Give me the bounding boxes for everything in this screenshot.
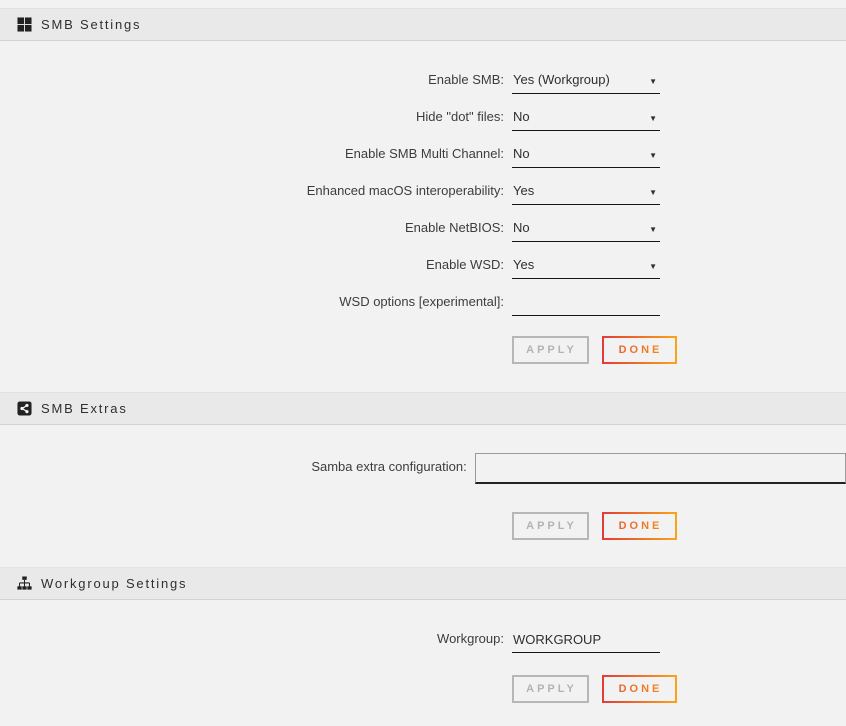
section-title: Workgroup Settings — [41, 576, 187, 591]
wsd-options-input[interactable] — [512, 294, 660, 315]
enable-netbios-select[interactable]: No ▼ — [512, 220, 660, 242]
form-row-enable-netbios: Enable NetBIOS: No ▼ — [0, 205, 846, 242]
workgroup-input[interactable] — [512, 631, 660, 652]
enable-wsd-label: Enable WSD: — [0, 257, 504, 279]
workgroup-settings-body: Workgroup: APPLY DONE — [0, 600, 846, 703]
form-row-smb-multi-channel: Enable SMB Multi Channel: No ▼ — [0, 131, 846, 168]
dropdown-arrow-icon: ▼ — [649, 189, 657, 197]
section-title: SMB Extras — [41, 401, 128, 416]
workgroup-button-row: APPLY DONE — [512, 675, 846, 703]
enable-wsd-value: Yes — [512, 257, 660, 278]
macos-interop-select[interactable]: Yes ▼ — [512, 183, 660, 205]
enable-netbios-value: No — [512, 220, 660, 241]
macos-interop-value: Yes — [512, 183, 660, 204]
workgroup-label: Workgroup: — [0, 631, 504, 653]
form-row-enable-wsd: Enable WSD: Yes ▼ — [0, 242, 846, 279]
section-title: SMB Settings — [41, 17, 141, 32]
dropdown-arrow-icon: ▼ — [649, 263, 657, 271]
done-button[interactable]: DONE — [602, 336, 677, 364]
smb-settings-button-row: APPLY DONE — [512, 336, 846, 364]
apply-button[interactable]: APPLY — [512, 512, 589, 540]
wsd-options-field-wrap — [512, 294, 660, 316]
done-button[interactable]: DONE — [602, 675, 677, 703]
smb-multi-channel-value: No — [512, 146, 660, 167]
form-row-samba-extra: Samba extra configuration: — [0, 425, 846, 484]
hide-dot-files-select[interactable]: No ▼ — [512, 109, 660, 131]
windows-icon — [17, 17, 32, 32]
smb-multi-channel-select[interactable]: No ▼ — [512, 146, 660, 168]
samba-extra-label: Samba extra configuration: — [0, 453, 467, 474]
form-row-hide-dot-files: Hide "dot" files: No ▼ — [0, 94, 846, 131]
dropdown-arrow-icon: ▼ — [649, 226, 657, 234]
dropdown-arrow-icon: ▼ — [649, 115, 657, 123]
section-header-smb-settings: SMB Settings — [0, 8, 846, 41]
done-button[interactable]: DONE — [602, 512, 677, 540]
apply-button[interactable]: APPLY — [512, 336, 589, 364]
samba-extra-textarea[interactable] — [475, 453, 846, 484]
smb-settings-body: Enable SMB: Yes (Workgroup) ▼ Hide "dot"… — [0, 41, 846, 364]
section-header-workgroup-settings: Workgroup Settings — [0, 567, 846, 600]
hide-dot-files-label: Hide "dot" files: — [0, 109, 504, 131]
wsd-options-label: WSD options [experimental]: — [0, 294, 504, 316]
enable-wsd-select[interactable]: Yes ▼ — [512, 257, 660, 279]
enable-netbios-label: Enable NetBIOS: — [0, 220, 504, 242]
form-row-wsd-options: WSD options [experimental]: — [0, 279, 846, 316]
sitemap-icon — [17, 576, 32, 591]
macos-interop-label: Enhanced macOS interoperability: — [0, 183, 504, 205]
section-header-smb-extras: SMB Extras — [0, 392, 846, 425]
dropdown-arrow-icon: ▼ — [649, 152, 657, 160]
workgroup-field-wrap — [512, 631, 660, 653]
enable-smb-label: Enable SMB: — [0, 72, 504, 94]
form-row-macos-interop: Enhanced macOS interoperability: Yes ▼ — [0, 168, 846, 205]
enable-smb-select[interactable]: Yes (Workgroup) ▼ — [512, 72, 660, 94]
smb-multi-channel-label: Enable SMB Multi Channel: — [0, 146, 504, 168]
dropdown-arrow-icon: ▼ — [649, 78, 657, 86]
hide-dot-files-value: No — [512, 109, 660, 130]
apply-button[interactable]: APPLY — [512, 675, 589, 703]
smb-extras-body: Samba extra configuration: APPLY DONE — [0, 425, 846, 540]
form-row-enable-smb: Enable SMB: Yes (Workgroup) ▼ — [0, 57, 846, 94]
enable-smb-value: Yes (Workgroup) — [512, 72, 660, 93]
smb-extras-button-row: APPLY DONE — [512, 512, 846, 540]
form-row-workgroup: Workgroup: — [0, 616, 846, 653]
share-square-icon — [17, 401, 32, 416]
